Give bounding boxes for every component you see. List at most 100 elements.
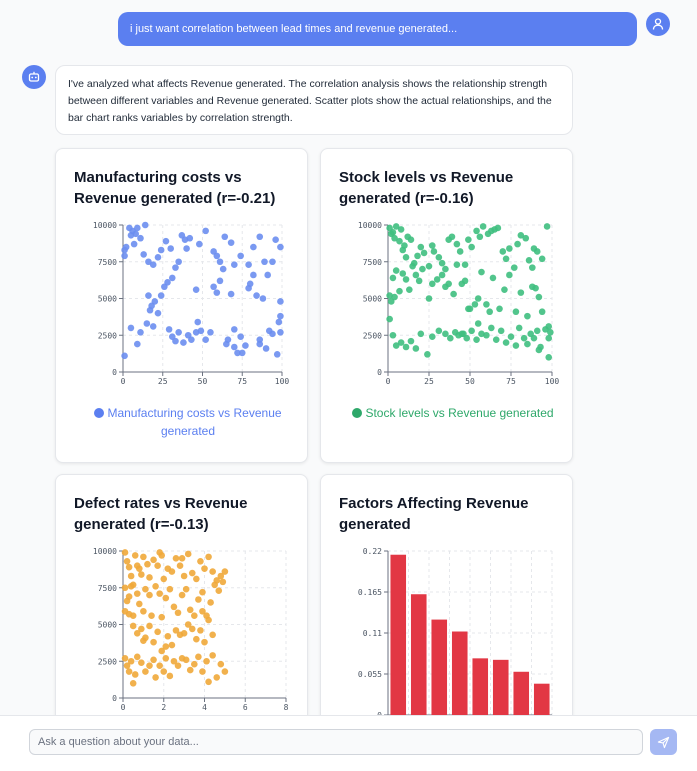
chart-card-factors: Factors Affecting Revenue generated 00.0…: [320, 474, 573, 715]
x-tick-label: 0: [386, 377, 391, 386]
scatter-point: [152, 674, 159, 681]
scatter-point: [512, 342, 520, 349]
scatter-point: [389, 229, 397, 236]
chat-scroll-area[interactable]: i just want correlation between lead tim…: [0, 0, 697, 715]
scatter-point: [125, 668, 133, 675]
scatter-point: [391, 293, 398, 301]
scatter-point: [417, 243, 425, 251]
y-tick-label: 0: [377, 368, 382, 377]
scatter-point: [231, 343, 238, 351]
x-tick-label: 50: [198, 377, 208, 386]
scatter-point: [148, 612, 155, 619]
scatter-point: [442, 265, 449, 273]
scatter-point: [269, 258, 276, 266]
scatter-point: [205, 616, 212, 624]
scatter-point: [202, 227, 209, 235]
scatter-point: [221, 568, 229, 575]
scatter-point: [547, 329, 554, 336]
scatter-point: [506, 245, 513, 252]
scatter-point: [127, 582, 135, 590]
scatter-point: [154, 562, 161, 569]
scatter-point: [170, 603, 178, 611]
scatter-point: [428, 280, 436, 288]
scatter-point: [175, 258, 182, 266]
scatter-point: [162, 594, 170, 602]
x-tick-label: 0: [121, 703, 126, 712]
scatter-point: [125, 610, 133, 618]
scatter-point: [402, 276, 410, 283]
y-tick-label: 0: [112, 368, 117, 377]
scatter-point: [474, 320, 482, 327]
bar: [431, 619, 448, 715]
chart-card-manufacturing-costs: Manufacturing costs vs Revenue generated…: [55, 148, 308, 463]
scatter-point: [219, 578, 227, 586]
scatter-point: [269, 330, 276, 338]
scatter-point: [529, 264, 536, 271]
scatter-point: [425, 295, 433, 302]
scatter-point: [272, 236, 279, 243]
scatter-point: [442, 330, 449, 338]
x-tick-label: 75: [506, 377, 516, 386]
scatter-point: [134, 224, 141, 232]
scatter-point: [174, 662, 182, 669]
scatter-point: [129, 680, 137, 687]
scatter-point: [256, 340, 264, 348]
y-tick-label: 5000: [98, 621, 117, 630]
scatter-point: [191, 612, 198, 619]
robot-icon: [28, 71, 40, 82]
scatter-point: [486, 308, 493, 316]
scatter-point: [402, 254, 410, 261]
scatter-point: [162, 655, 170, 662]
x-tick-label: 100: [545, 377, 560, 386]
x-tick-label: 25: [424, 377, 434, 386]
scatter-point: [121, 252, 128, 260]
scatter-point: [479, 223, 487, 230]
scatter-point: [386, 315, 393, 323]
scatter-point: [207, 599, 214, 606]
scatter-point: [238, 349, 246, 357]
scatter-point: [146, 622, 153, 630]
scatter-point: [545, 323, 553, 330]
chart-legend: Manufacturing costs vs Revenue generated: [66, 404, 310, 440]
scatter-point: [237, 333, 244, 341]
scatter-point: [122, 243, 130, 251]
scatter-point: [209, 652, 216, 659]
scatter-point: [188, 336, 195, 343]
scatter-point: [197, 327, 205, 335]
scatter-point: [186, 234, 194, 242]
chart-card-stock-levels: Stock levels vs Revenue generated (r=-0.…: [320, 148, 573, 463]
scatter-point: [507, 333, 515, 341]
scatter-point: [129, 622, 137, 630]
scatter-point: [428, 242, 436, 249]
scatter-point: [217, 660, 225, 668]
scatter-point: [478, 268, 485, 276]
scatter-point: [167, 245, 174, 252]
scatter-point: [473, 336, 480, 343]
scatter-point: [131, 552, 139, 559]
scatter-point: [125, 593, 133, 600]
scatter-point: [158, 613, 166, 621]
send-button[interactable]: [650, 729, 677, 755]
scatter-point: [492, 336, 500, 343]
scatter-point: [131, 671, 139, 678]
scatter-point: [535, 293, 543, 301]
scatter-point: [399, 270, 407, 277]
scatter-point: [205, 678, 212, 686]
ask-input[interactable]: [29, 729, 643, 755]
y-tick-label: 5000: [98, 295, 117, 304]
scatter-point: [227, 290, 235, 298]
scatter-point: [494, 224, 502, 232]
scatter-point: [199, 668, 206, 675]
scatter-point: [195, 596, 202, 603]
bar: [410, 594, 427, 715]
scatter-point: [183, 245, 190, 252]
scatter-point: [277, 329, 284, 336]
scatter-point: [137, 329, 144, 336]
bar: [451, 631, 468, 715]
assistant-message: I've analyzed what affects Revenue gener…: [55, 65, 573, 135]
scatter-point: [221, 233, 229, 241]
scatter-point: [231, 326, 238, 333]
y-tick-label: 0.11: [363, 629, 382, 638]
scatter-point: [424, 351, 431, 358]
scatter-point: [154, 628, 161, 636]
